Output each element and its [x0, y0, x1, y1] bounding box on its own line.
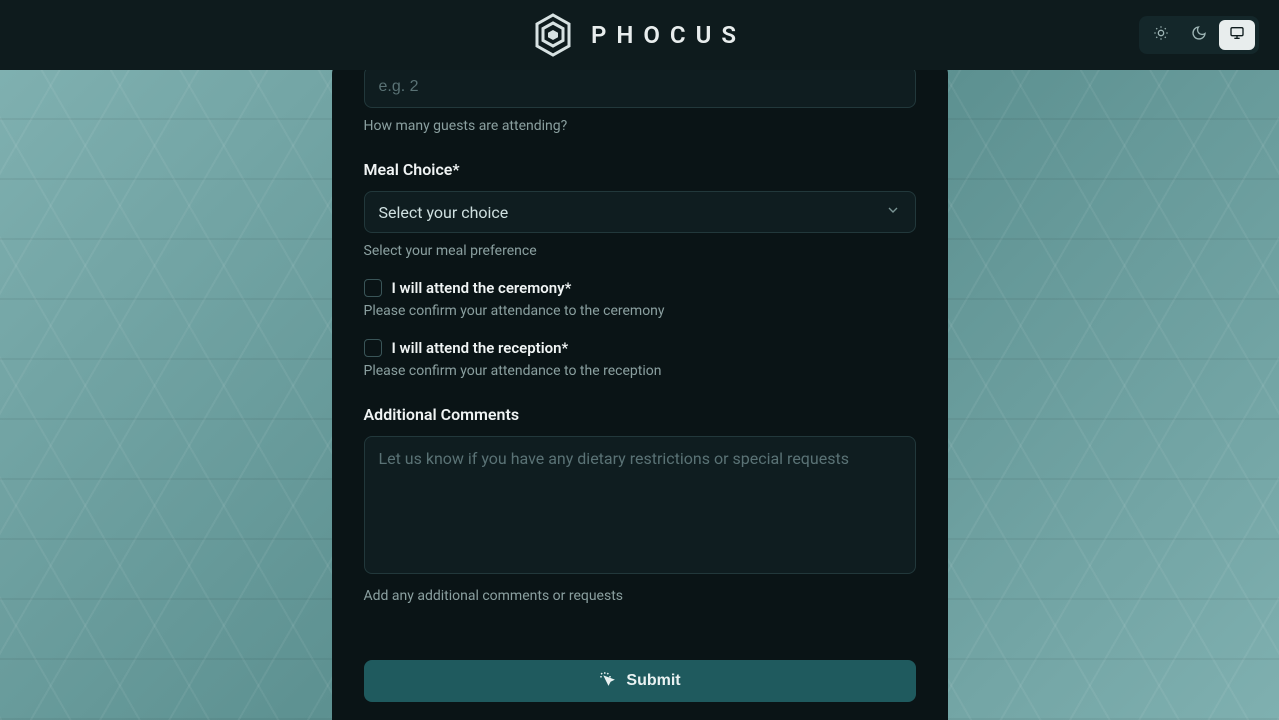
reception-field-group: I will attend the reception* Please conf…	[364, 339, 916, 379]
ceremony-help: Please confirm your attendance to the ce…	[364, 303, 916, 319]
ceremony-label: I will attend the ceremony*	[392, 279, 572, 297]
reception-help: Please confirm your attendance to the re…	[364, 363, 916, 379]
comments-label: Additional Comments	[364, 405, 916, 424]
logo-icon	[533, 13, 573, 57]
theme-dark-button[interactable]	[1181, 20, 1217, 50]
meal-select-value: Select your choice	[379, 203, 509, 222]
ceremony-checkbox[interactable]	[364, 279, 382, 297]
meal-select[interactable]: Select your choice	[364, 191, 916, 233]
comments-field-group: Additional Comments Add any additional c…	[364, 379, 916, 604]
submit-label: Submit	[626, 672, 680, 690]
ceremony-field-group: I will attend the ceremony* Please confi…	[364, 279, 916, 319]
guests-help: How many guests are attending?	[364, 118, 916, 134]
comments-textarea[interactable]	[364, 436, 916, 574]
chevron-down-icon	[885, 202, 901, 222]
monitor-icon	[1229, 25, 1245, 45]
submit-button[interactable]: Submit	[364, 660, 916, 702]
meal-help: Select your meal preference	[364, 243, 916, 259]
guests-input[interactable]	[364, 70, 916, 108]
theme-light-button[interactable]	[1143, 20, 1179, 50]
rsvp-form-card: How many guests are attending? Meal Choi…	[332, 70, 948, 720]
cursor-click-icon	[598, 670, 616, 693]
meal-field-group: Meal Choice* Select your choice Select y…	[364, 134, 916, 259]
brand: PHOCUS	[533, 13, 746, 57]
meal-label: Meal Choice*	[364, 160, 916, 179]
sun-icon	[1153, 25, 1169, 45]
theme-system-button[interactable]	[1219, 20, 1255, 50]
reception-checkbox[interactable]	[364, 339, 382, 357]
comments-help: Add any additional comments or requests	[364, 588, 916, 604]
brand-name: PHOCUS	[591, 21, 746, 49]
reception-label: I will attend the reception*	[392, 339, 569, 357]
theme-switcher	[1139, 16, 1259, 54]
moon-icon	[1191, 25, 1207, 45]
app-header: PHOCUS	[0, 0, 1279, 70]
guests-field-group: How many guests are attending?	[364, 70, 916, 134]
